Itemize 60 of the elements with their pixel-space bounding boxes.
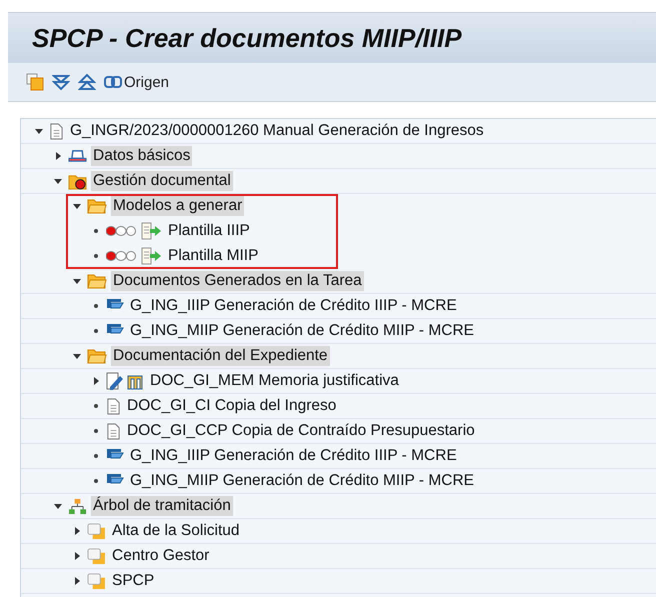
- collapsed-caret-icon[interactable]: [73, 577, 81, 585]
- expanded-caret-icon[interactable]: [35, 127, 43, 135]
- collapsed-caret-icon[interactable]: [92, 377, 100, 385]
- folder-icon: [68, 172, 87, 190]
- tree-node-label[interactable]: Documentos Generados en la Tarea: [111, 271, 364, 291]
- stacked-pages-icon: [87, 548, 106, 564]
- tree-node-label[interactable]: G_ING_MIIP Generación de Crédito MIIP - MCRE: [128, 321, 476, 341]
- collapsed-caret-icon[interactable]: [73, 527, 81, 535]
- expanded-caret-icon[interactable]: [54, 177, 62, 185]
- document-icon: [49, 122, 64, 140]
- tree-node-label[interactable]: G_INGR/2023/0000001260 Manual Generación de Ingresos: [68, 121, 486, 141]
- tree-node-label[interactable]: Documentación del Expediente: [111, 346, 330, 366]
- hat-icon: [68, 148, 87, 164]
- folder-icon: [87, 273, 107, 289]
- tree-node-label[interactable]: Plantilla IIIP: [166, 221, 252, 241]
- edit-document-icon: [106, 372, 144, 390]
- tree-node-label[interactable]: DOC_GI_MEM Memoria justificativa: [148, 371, 401, 391]
- collapse-all-button[interactable]: [76, 71, 98, 93]
- tree-node-label[interactable]: DOC_GI_CI Copia del Ingreso: [125, 396, 338, 416]
- tree-node-label[interactable]: G_ING_MIIP Generación de Crédito MIIP - MCRE: [128, 471, 476, 491]
- template-export-icon: [140, 247, 162, 265]
- tree-node-label[interactable]: Árbol de tramitación: [91, 496, 233, 516]
- bullet-icon: [94, 329, 98, 333]
- tree-node-label[interactable]: Alta de la Solicitud: [110, 521, 242, 541]
- traffic-light-icon: [106, 250, 136, 262]
- document-icon: [106, 398, 121, 414]
- tree-node-label[interactable]: Plantilla MIIP: [166, 246, 260, 266]
- expanded-caret-icon[interactable]: [73, 202, 81, 210]
- expanded-caret-icon[interactable]: [54, 502, 62, 510]
- tree-node-label[interactable]: Modelos a generar: [111, 196, 244, 216]
- expanded-caret-icon[interactable]: [73, 352, 81, 360]
- template-export-icon: [140, 222, 162, 240]
- bullet-icon: [94, 404, 98, 408]
- tree-node-label[interactable]: SPCP: [110, 571, 156, 591]
- link-icon: [104, 75, 122, 89]
- folder-icon: [87, 198, 107, 214]
- folder-icon: [87, 348, 107, 364]
- bullet-icon: [94, 254, 98, 258]
- collapsed-caret-icon[interactable]: [54, 152, 62, 160]
- copy-button[interactable]: [24, 71, 46, 93]
- bullet-icon: [94, 304, 98, 308]
- stacked-pages-icon: [87, 572, 106, 590]
- bullet-icon: [94, 429, 98, 433]
- stacked-pages-icon: [87, 522, 106, 540]
- window-title: SPCP - Crear documentos MIIP/IIIP: [32, 22, 462, 54]
- bullet-icon: [94, 454, 98, 458]
- tree-node-label[interactable]: G_ING_IIIP Generación de Crédito IIIP - MCRE: [128, 296, 459, 316]
- bullet-icon: [94, 229, 98, 233]
- tree-node-label[interactable]: DOC_GI_CCP Copia de Contraído Presupuestario: [125, 421, 477, 441]
- tree-node-label[interactable]: Gestión documental: [91, 171, 233, 191]
- hierarchy-icon: [68, 498, 87, 514]
- traffic-light-icon: [106, 225, 136, 237]
- expanded-caret-icon[interactable]: [73, 277, 81, 285]
- document-icon: [106, 422, 121, 440]
- bullet-icon: [94, 479, 98, 483]
- origin-button[interactable]: Origen: [102, 72, 172, 92]
- tree-node-label[interactable]: Centro Gestor: [110, 546, 212, 566]
- tree-node-label[interactable]: G_ING_IIIP Generación de Crédito IIIP - MCRE: [128, 446, 459, 466]
- tree-node-label[interactable]: Datos básicos: [91, 146, 192, 166]
- collapsed-caret-icon[interactable]: [73, 552, 81, 560]
